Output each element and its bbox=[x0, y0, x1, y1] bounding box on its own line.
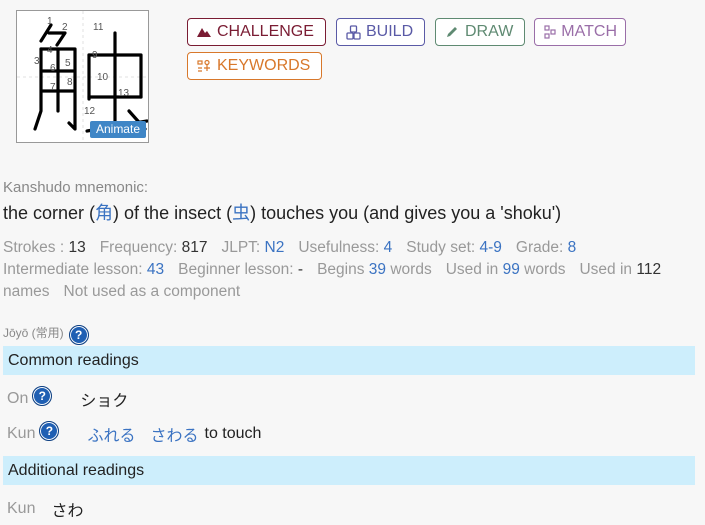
kun-reading-link[interactable]: さわる bbox=[150, 422, 198, 446]
usefulness-link[interactable]: 4 bbox=[384, 239, 393, 256]
help-icon[interactable]: ? bbox=[39, 421, 60, 441]
frequency-value: 817 bbox=[181, 239, 208, 256]
beginner-lesson-value: - bbox=[297, 261, 304, 278]
stroke-number: 9 bbox=[92, 50, 98, 61]
help-icon[interactable]: ? bbox=[68, 325, 89, 345]
build-label: BUILD bbox=[366, 23, 414, 40]
stat-label: words bbox=[519, 261, 566, 278]
stat-label: JLPT: bbox=[221, 239, 265, 256]
mnemonic-part: ) of the insect ( bbox=[113, 203, 233, 223]
kun-reading-row: Kun ? ふれる さわる to touch bbox=[7, 421, 262, 446]
jouyou-label-row: Jōyō (常用) ? bbox=[3, 319, 89, 345]
used-in-words-link[interactable]: 99 bbox=[503, 261, 520, 278]
keywords-label: KEYWORDS bbox=[217, 57, 311, 74]
study-set-link[interactable]: 4-9 bbox=[480, 239, 502, 256]
stroke-number: 11 bbox=[93, 22, 104, 33]
stroke-number: 6 bbox=[50, 63, 56, 74]
mnemonic-label: Kanshudo mnemonic: bbox=[3, 179, 149, 196]
kanji-link-mushi[interactable]: 虫 bbox=[232, 203, 250, 223]
stroke-number: 7 bbox=[50, 82, 56, 93]
stroke-number: 10 bbox=[97, 72, 109, 83]
mountain-icon bbox=[196, 24, 212, 40]
additional-kun-value: さわ bbox=[51, 503, 84, 520]
stat-label: Study set: bbox=[406, 239, 480, 256]
stats-line-3: names Not used as a component bbox=[3, 283, 240, 301]
stroke-number: 13 bbox=[118, 88, 130, 99]
mnemonic-part: the corner ( bbox=[3, 203, 96, 223]
help-icon[interactable]: ? bbox=[32, 386, 53, 406]
draw-label: DRAW bbox=[465, 23, 514, 40]
stat-label: Usefulness: bbox=[298, 239, 384, 256]
build-button[interactable]: BUILD bbox=[336, 18, 425, 46]
stat-label: Intermediate lesson: bbox=[3, 261, 147, 278]
used-in-names-value: 112 bbox=[636, 261, 662, 278]
draw-button[interactable]: DRAW bbox=[435, 18, 525, 46]
stat-label: Used in bbox=[579, 261, 637, 278]
grade-link[interactable]: 8 bbox=[568, 239, 577, 256]
animate-button[interactable]: Animate bbox=[89, 121, 146, 138]
on-reading-row: On ? ショク bbox=[7, 386, 129, 411]
on-reading-value: ショク bbox=[80, 393, 129, 410]
kun-reading-link[interactable]: ふれる bbox=[87, 422, 135, 446]
mnemonic-text: the corner (角) of the insect (虫) touches… bbox=[3, 199, 561, 225]
stroke-number: 12 bbox=[84, 106, 96, 117]
stroke-number: 1 bbox=[47, 16, 53, 27]
stroke-number: 3 bbox=[34, 56, 40, 67]
match-icon bbox=[543, 24, 556, 40]
stroke-order-diagram: 1 2 3 4 5 6 7 8 9 10 11 12 13 Animate bbox=[16, 10, 149, 143]
stat-label: Strokes : bbox=[3, 239, 69, 256]
challenge-button[interactable]: CHALLENGE bbox=[187, 18, 326, 46]
stat-label: Grade: bbox=[515, 239, 568, 256]
kun-label: Kun bbox=[7, 425, 36, 442]
stats-line-2: Intermediate lesson: 43 Beginner lesson: … bbox=[3, 261, 661, 279]
kun-label: Kun bbox=[7, 500, 36, 517]
additional-kun-row: Kun さわ bbox=[7, 497, 83, 521]
match-button[interactable]: MATCH bbox=[534, 18, 626, 46]
match-label: MATCH bbox=[561, 23, 617, 40]
blocks-icon bbox=[345, 24, 361, 40]
on-label: On bbox=[7, 390, 29, 407]
stat-label: Used in bbox=[445, 261, 503, 278]
stat-label: Frequency: bbox=[99, 239, 182, 256]
jouyou-label: Jōyō (常用) bbox=[3, 325, 64, 340]
begins-words-link[interactable]: 39 bbox=[369, 261, 386, 278]
additional-readings-header: Additional readings bbox=[3, 456, 695, 485]
common-readings-header: Common readings bbox=[3, 346, 695, 375]
kun-meaning: to touch bbox=[204, 425, 262, 442]
kanji-link-kaku[interactable]: 角 bbox=[95, 203, 113, 223]
stroke-number: 5 bbox=[65, 58, 71, 69]
pencil-icon bbox=[444, 24, 460, 40]
challenge-label: CHALLENGE bbox=[217, 23, 314, 40]
jlpt-link[interactable]: N2 bbox=[265, 239, 285, 256]
stroke-number: 8 bbox=[67, 77, 73, 88]
keywords-button[interactable]: KEYWORDS bbox=[187, 52, 322, 80]
mnemonic-part: ) touches you (and gives you a 'shoku') bbox=[250, 203, 562, 223]
stroke-number: 4 bbox=[47, 45, 53, 56]
stat-label: names bbox=[3, 283, 50, 300]
component-note: Not used as a component bbox=[63, 283, 241, 300]
stat-label: words bbox=[386, 261, 432, 278]
intermediate-lesson-link[interactable]: 43 bbox=[147, 261, 164, 278]
keywords-icon bbox=[196, 58, 212, 74]
strokes-value: 13 bbox=[68, 239, 86, 256]
stroke-number: 2 bbox=[62, 22, 68, 33]
stat-label: Begins bbox=[317, 261, 369, 278]
stat-label: Beginner lesson: bbox=[178, 261, 298, 278]
stats-line-1: Strokes : 13 Frequency: 817 JLPT: N2 Useful… bbox=[3, 239, 576, 257]
